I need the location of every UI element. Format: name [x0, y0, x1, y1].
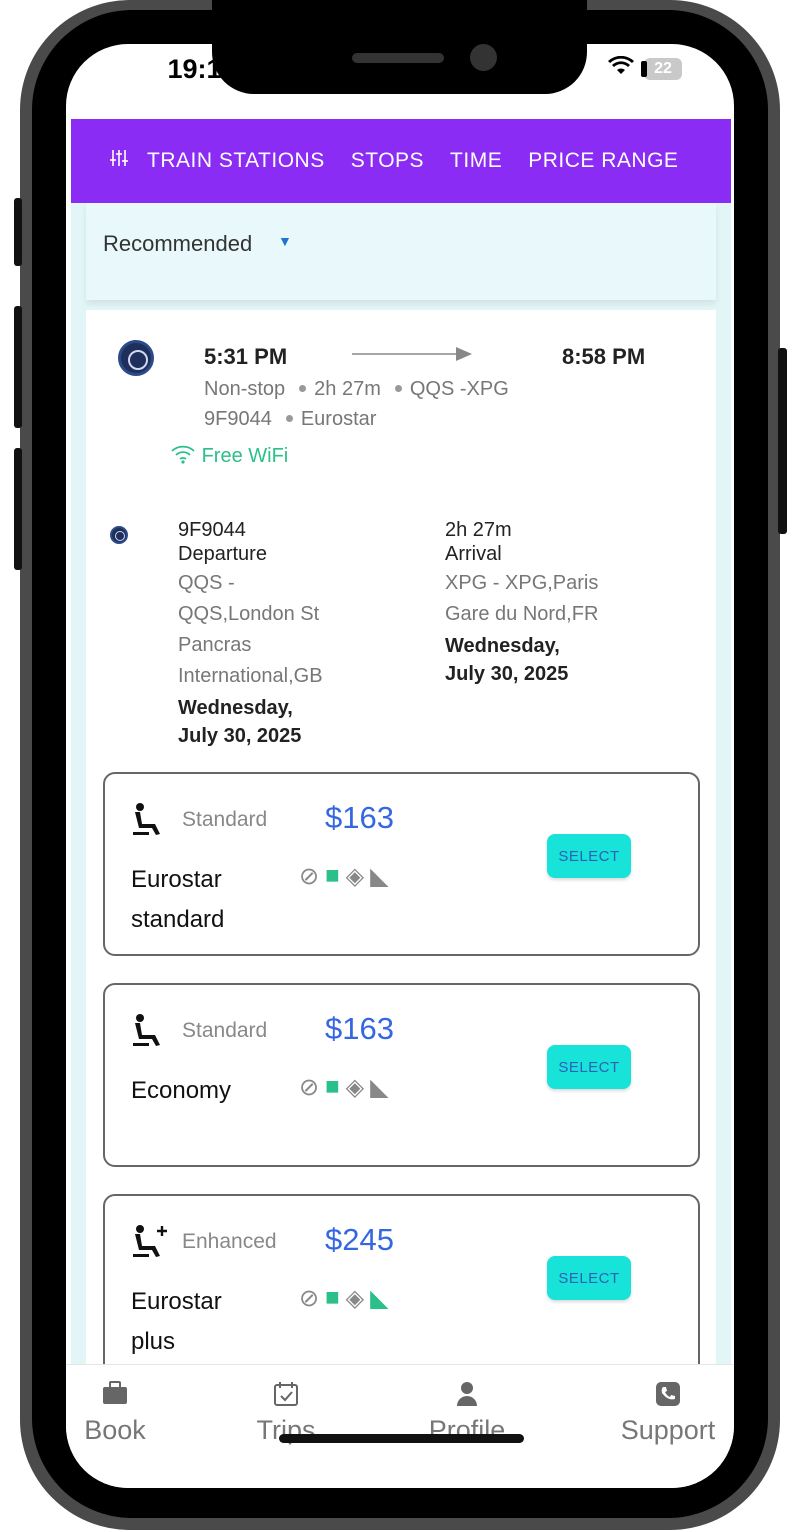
power-off-icon: ◈ [345, 863, 365, 890]
amenity-wifi: Free WiFi [170, 444, 288, 470]
arrival-date: July 30, 2025 [445, 663, 569, 685]
arrow-right-icon [352, 346, 474, 367]
amenity-icons: ⊘ ■ ◈ ◣ [299, 1284, 389, 1313]
stops-text: Non-stop [204, 378, 286, 400]
trip-meta-line: Non-stop 2h 27m QQS -XPG [204, 378, 509, 401]
fare-card[interactable]: Enhanced $245 Eurostar plus ⊘ ■ ◈ ◣ SELE… [103, 1194, 700, 1378]
seat-icon [131, 1013, 167, 1057]
fare-name: Economy [131, 1077, 232, 1104]
home-indicator [279, 1434, 524, 1443]
operator-logo-icon [118, 340, 154, 376]
nav-support-label: Support [620, 1415, 716, 1445]
mute-switch [14, 198, 22, 266]
camera [470, 44, 497, 71]
train-meta-line: 9F9044 Eurostar [204, 408, 376, 431]
departure-station-name: QQS,London St Pancras International,GB [178, 603, 323, 687]
departure-date-day: Wednesday, [178, 697, 293, 719]
route-text: QQS -XPG [409, 378, 509, 400]
nav-support[interactable]: Support [614, 1381, 722, 1446]
filter-train-stations[interactable]: TRAIN STATIONS [147, 149, 325, 173]
sort-dropdown[interactable]: Recommended ▼ [86, 203, 716, 300]
nav-book-label: Book [84, 1415, 146, 1445]
separator-dot [285, 415, 293, 423]
departure-train-number: 9F9044 [178, 519, 246, 541]
amenity-icons: ⊘ ■ ◈ ◣ [299, 862, 389, 891]
fare-card[interactable]: Standard $163 Economy ⊘ ■ ◈ ◣ SELECT [103, 983, 700, 1167]
meal-off-icon: ⊘ [299, 863, 320, 890]
arrival-details: 2h 27m Arrival XPG - XPG,Paris Gare du N… [445, 518, 645, 688]
phone-icon [614, 1381, 722, 1415]
sliders-icon[interactable] [109, 148, 129, 174]
seat-plus-icon [131, 1224, 171, 1268]
filter-price-range[interactable]: PRICE RANGE [528, 149, 678, 173]
caret-down-icon: ▼ [278, 233, 292, 249]
arrival-label: Arrival [445, 543, 502, 565]
select-button[interactable]: SELECT [547, 1256, 631, 1300]
arrive-time: 8:58 PM [562, 344, 646, 369]
filter-bar: TRAIN STATIONS STOPS TIME PRICE RANGE [71, 119, 731, 203]
fare-price: $245 [325, 1222, 394, 1257]
fare-class: Enhanced [182, 1230, 277, 1253]
nav-book[interactable]: Book [80, 1381, 150, 1446]
fare-class: Standard [182, 808, 268, 831]
briefcase-icon [80, 1381, 150, 1415]
bottom-nav: Book Trips Profile Support [66, 1364, 734, 1488]
fare-class: Standard [182, 1019, 268, 1042]
arrival-date-day: Wednesday, [445, 635, 560, 657]
amenity-icons: ⊘ ■ ◈ ◣ [299, 1073, 389, 1102]
volume-up-button [14, 306, 22, 428]
speaker [352, 53, 444, 63]
meal-off-icon: ⊘ [299, 1074, 320, 1101]
filter-stops[interactable]: STOPS [351, 149, 424, 173]
wifi-label: Free WiFi [201, 445, 289, 467]
separator-dot [299, 385, 307, 393]
separator-dot [394, 385, 402, 393]
departure-date: July 30, 2025 [178, 725, 302, 747]
departure-label: Departure [178, 543, 267, 565]
battery-icon: 22 [641, 57, 682, 80]
power-off-icon: ◈ [345, 1285, 365, 1312]
train-number: 9F9044 [204, 408, 272, 430]
calendar-check-icon [251, 1381, 321, 1415]
operator-logo-icon [110, 526, 128, 544]
filter-time[interactable]: TIME [450, 149, 502, 173]
departure-details: 9F9044 Departure QQS - QQS,London St Pan… [178, 518, 388, 750]
bag-icon: ■ [325, 1073, 340, 1100]
fare-card[interactable]: Standard $163 Eurostar standard ⊘ ■ ◈ ◣ … [103, 772, 700, 956]
person-icon [422, 1381, 512, 1415]
fare-name: Eurostar plus [131, 1288, 222, 1355]
meal-off-icon: ⊘ [299, 1285, 320, 1312]
bag-icon: ■ [325, 862, 340, 889]
notch [212, 0, 587, 94]
fare-price: $163 [325, 800, 394, 835]
arrival-station: XPG - XPG,Paris Gare du Nord,FR [445, 572, 599, 625]
depart-time: 5:31 PM [204, 344, 288, 369]
select-button[interactable]: SELECT [547, 1045, 631, 1089]
operator-name: Eurostar [300, 408, 377, 430]
departure-station-code: QQS - [178, 572, 235, 594]
seat-icon [131, 802, 167, 846]
power-button [778, 348, 787, 534]
select-button[interactable]: SELECT [547, 834, 631, 878]
recline-off-icon: ◣ [370, 863, 389, 890]
bag-icon: ■ [325, 1284, 340, 1311]
fare-name: Eurostar standard [131, 866, 225, 933]
wifi-icon [608, 55, 634, 81]
fare-price: $163 [325, 1011, 394, 1046]
sort-label: Recommended [103, 231, 253, 256]
power-off-icon: ◈ [345, 1074, 365, 1101]
recline-icon: ◣ [370, 1285, 389, 1312]
status-icons: 22 [608, 55, 682, 81]
volume-down-button [14, 448, 22, 570]
duration-text: 2h 27m [314, 378, 381, 400]
screen: 19:18 22 TRAIN STATIONS STOPS TIME PRICE… [66, 44, 734, 1488]
wifi-icon [170, 444, 196, 470]
arrival-duration: 2h 27m [445, 519, 512, 541]
recline-off-icon: ◣ [370, 1074, 389, 1101]
